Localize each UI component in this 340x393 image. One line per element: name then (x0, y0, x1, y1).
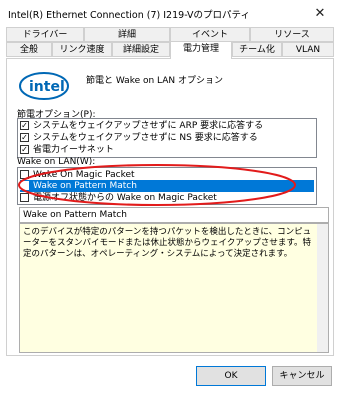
checkbox-arp[interactable]: ✓ (20, 121, 29, 130)
description-text-box[interactable]: このデバイスが特定のパターンを持つパケットを検出したときに、コンピューターをスタ… (19, 223, 329, 353)
header-label: 節電と Wake on LAN オプション (86, 76, 224, 86)
tab-vlan[interactable]: VLAN (282, 42, 334, 57)
svg-text:intel: intel (29, 79, 65, 95)
tab-resources[interactable]: リソース (250, 27, 334, 42)
checkbox-ns[interactable]: ✓ (20, 133, 29, 142)
tab-advanced[interactable]: 詳細設定 (112, 42, 170, 57)
power-option-eee[interactable]: ✓ 省電力イーサネット (20, 144, 314, 156)
title-bar: Intel(R) Ethernet Connection (7) I219-Vの… (0, 0, 340, 26)
cancel-button[interactable]: キャンセル (272, 366, 332, 386)
power-option-arp[interactable]: ✓ システムをウェイクアップさせずに ARP 要求に応答する (20, 120, 314, 132)
tab-driver[interactable]: ドライバー (6, 27, 84, 42)
close-icon[interactable]: ✕ (315, 6, 326, 21)
checkbox-eee[interactable]: ✓ (20, 145, 29, 154)
power-saving-list: ✓ システムをウェイクアップさせずに ARP 要求に応答する ✓ システムをウェ… (17, 118, 317, 158)
tab-general[interactable]: 全般 (6, 42, 52, 57)
window-title: Intel(R) Ethernet Connection (7) I219-Vの… (8, 10, 250, 21)
description-scrollbar[interactable] (317, 224, 328, 352)
intel-logo: intel (18, 69, 70, 103)
ok-button[interactable]: OK (196, 366, 266, 386)
close-button[interactable]: ✕ (300, 0, 340, 26)
tab-link-speed[interactable]: リンク速度 (52, 42, 112, 57)
tab-power-management[interactable]: 電力管理 (170, 41, 232, 59)
description-text: このデバイスが特定のパターンを持つパケットを検出したときに、コンピューターをスタ… (23, 227, 312, 259)
highlight-ellipse (18, 164, 296, 206)
tab-events[interactable]: イベント (170, 27, 250, 42)
description-title: Wake on Pattern Match (23, 210, 127, 220)
tab-details[interactable]: 詳細 (84, 27, 170, 42)
tab-teaming[interactable]: チーム化 (232, 42, 282, 57)
power-option-ns[interactable]: ✓ システムをウェイクアップさせずに NS 要求に応答する (20, 132, 314, 144)
description-title-box: Wake on Pattern Match (19, 207, 329, 223)
